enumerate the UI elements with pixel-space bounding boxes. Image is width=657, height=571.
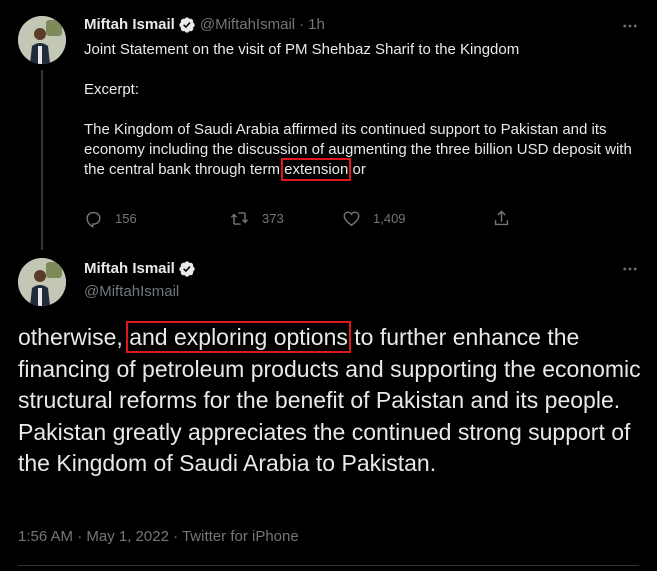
share-button[interactable] (492, 209, 523, 228)
divider (18, 565, 639, 566)
reply-count: 156 (115, 210, 137, 226)
tweet-text-after: or (348, 161, 366, 178)
separator: · (299, 16, 305, 33)
display-name[interactable]: Miftah Ismail (84, 259, 175, 279)
thread-connector (41, 70, 43, 250)
tweet-line: Excerpt: (84, 81, 140, 98)
more-icon[interactable] (620, 259, 640, 279)
tweet-header: Miftah Ismail (84, 259, 200, 279)
tweet-text-before: otherwise, (18, 324, 130, 350)
tweet-header: Miftah Ismail @MiftahIsmail · 1h (84, 15, 325, 35)
tweet-text: otherwise, and exploring options to furt… (18, 321, 643, 480)
highlighted-phrase: and exploring options (126, 321, 351, 353)
like-icon (343, 210, 360, 226)
display-name[interactable]: Miftah Ismail (84, 15, 175, 35)
verified-badge-icon (178, 260, 196, 278)
tweet-thread: Miftah Ismail @MiftahIsmail · 1h Joint S… (0, 0, 657, 571)
handle[interactable]: @MiftahIsmail (84, 282, 179, 302)
retweet-icon (230, 211, 249, 225)
tweet-text: Joint Statement on the visit of PM Shehb… (84, 40, 640, 181)
handle[interactable]: @MiftahIsmail (200, 15, 295, 35)
timestamp[interactable]: 1h (308, 15, 325, 35)
reply-button[interactable]: 156 (84, 209, 174, 228)
retweet-count: 373 (262, 210, 284, 226)
tweet-paragraph: The Kingdom of Saudi Arabia affirmed its… (84, 120, 640, 181)
like-count: 1,409 (373, 210, 406, 226)
avatar[interactable] (18, 16, 66, 64)
avatar[interactable] (18, 258, 66, 306)
action-bar: 156 373 1,409 (84, 206, 564, 230)
more-icon[interactable] (620, 16, 640, 36)
like-button[interactable]: 1,409 (342, 209, 462, 228)
tweet-line: Joint Statement on the visit of PM Shehb… (84, 41, 520, 58)
highlighted-word: extension (281, 158, 352, 181)
verified-badge-icon (178, 16, 196, 34)
share-icon (494, 209, 509, 225)
retweet-button[interactable]: 373 (229, 209, 342, 228)
tweet-meta[interactable]: 1:56 AM · May 1, 2022 · Twitter for iPho… (18, 527, 299, 547)
reply-icon (86, 211, 101, 228)
